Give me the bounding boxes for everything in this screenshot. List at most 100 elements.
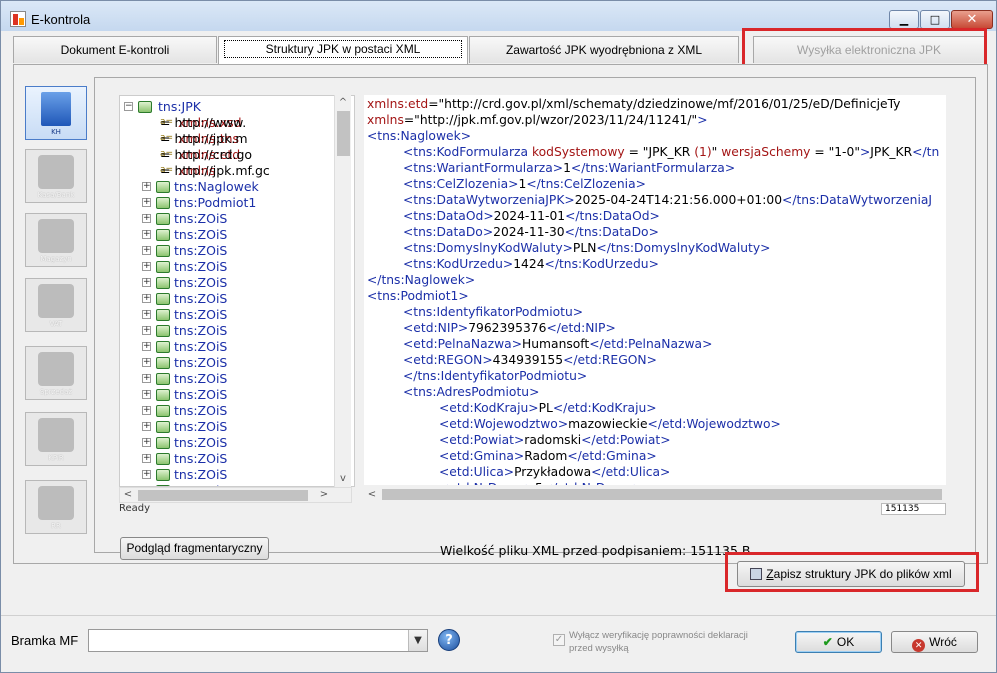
- xml-line: <tns:IdentyfikatorPodmiotu>: [403, 304, 583, 320]
- module-magazyn-button[interactable]: Magazyn: [25, 213, 87, 267]
- expand-icon[interactable]: +: [142, 358, 151, 367]
- module-label: Kasa/Bank: [37, 191, 75, 199]
- expand-icon[interactable]: +: [142, 262, 151, 271]
- chevron-down-icon[interactable]: ▼: [408, 630, 427, 651]
- expand-icon[interactable]: +: [142, 374, 151, 383]
- bramka-mf-label: Bramka MF: [11, 633, 79, 648]
- expand-icon[interactable]: +: [142, 198, 151, 207]
- xml-token: 7962395376: [468, 321, 547, 335]
- expand-icon[interactable]: +: [142, 278, 151, 287]
- xml-node-icon: [156, 293, 170, 305]
- highlight-save-button: [725, 552, 979, 592]
- expand-icon[interactable]: +: [142, 214, 151, 223]
- module-kasa-bank-button[interactable]: Kasa/Bank: [25, 149, 87, 203]
- status-bar: Ready: [119, 503, 946, 515]
- xml-token: radomski: [524, 433, 582, 447]
- xml-token: mazowieckie: [568, 417, 648, 431]
- expand-icon[interactable]: +: [142, 454, 151, 463]
- bramka-mf-select[interactable]: ▼: [88, 629, 428, 652]
- scroll-down-icon[interactable]: v: [335, 471, 351, 487]
- tree-attr-row[interactable]: a= xmlns:xsd = http://www.: [160, 115, 246, 131]
- xml-line: <etd:NrDomu>5</etd:NrDomu>: [439, 480, 643, 485]
- title-bar: E-kontrola ▁ □ ✕: [1, 1, 996, 31]
- module-kpir-button[interactable]: KPiR: [25, 412, 87, 466]
- xml-token: 434939155: [492, 353, 564, 367]
- kpir-icon: [38, 418, 74, 452]
- xml-token: PL: [538, 401, 553, 415]
- xml-token: </etd:NrDomu>: [543, 481, 643, 485]
- minimize-button[interactable]: ▁: [889, 10, 919, 29]
- expand-icon[interactable]: +: [142, 326, 151, 335]
- xml-line: </tns:IdentyfikatorPodmiotu>: [403, 368, 587, 384]
- expand-icon[interactable]: +: [142, 230, 151, 239]
- disable-verification-checkbox[interactable]: ✓: [553, 634, 565, 646]
- xml-line: <tns:DataOd>2024-11-01</tns:DataOd>: [403, 208, 660, 224]
- expand-icon[interactable]: +: [142, 390, 151, 399]
- tree-vertical-scrollbar[interactable]: ^ v: [334, 95, 351, 487]
- expand-icon[interactable]: +: [142, 342, 151, 351]
- module-label: VAT: [49, 320, 63, 328]
- expand-icon[interactable]: +: [142, 182, 151, 191]
- expand-icon[interactable]: +: [142, 310, 151, 319]
- tree-node-label: tns:ZOiS: [174, 435, 228, 450]
- app-logo-icon: [10, 11, 26, 27]
- expand-icon[interactable]: +: [142, 294, 151, 303]
- scroll-thumb[interactable]: [337, 111, 350, 156]
- tab-struktury-jpk-xml[interactable]: Struktury JPK w postaci XML: [218, 36, 468, 64]
- xml-token: = "JPK_KR: [624, 145, 695, 159]
- module-rr-button[interactable]: RR: [25, 480, 87, 534]
- scroll-up-icon[interactable]: ^: [335, 95, 351, 111]
- tab-dokument-e-kontroli[interactable]: Dokument E-kontroli: [13, 36, 217, 63]
- module-sprzedaz-button[interactable]: Sprzedaż: [25, 346, 87, 400]
- xml-token: <etd:PelnaNazwa>: [403, 337, 523, 351]
- xml-line: <etd:Wojewodztwo>mazowieckie</etd:Wojewo…: [439, 416, 781, 432]
- scroll-left-icon[interactable]: <: [120, 487, 136, 503]
- back-button[interactable]: ✕ Wróć: [891, 631, 978, 653]
- xml-line: <etd:REGON>434939155</etd:REGON>: [403, 352, 657, 368]
- close-icon: ✕: [912, 639, 926, 652]
- tree-node-label: tns:ZOiS: [174, 307, 228, 322]
- ok-button[interactable]: ✔ OK: [795, 631, 882, 653]
- xml-node-icon: [156, 229, 170, 241]
- tree-node-label: tns:ZOiS: [174, 275, 228, 290]
- tree-attr-row[interactable]: a= xmlns = http://jpk.mf.gc: [160, 163, 270, 179]
- scroll-thumb[interactable]: [138, 490, 308, 501]
- xml-line: <tns:Naglowek>: [367, 128, 471, 144]
- tree-attr-row[interactable]: a= xmlns:tns = http://jpk.m: [160, 131, 248, 147]
- xml-token: xmlns:etd: [367, 97, 429, 111]
- maximize-button[interactable]: □: [920, 10, 950, 29]
- disable-verification-label: Wyłącz weryfikację poprawności deklaracj…: [569, 630, 748, 654]
- xml-token: </etd:Ulica>: [591, 465, 671, 479]
- scroll-left-icon[interactable]: <: [364, 487, 380, 503]
- xml-line: <etd:KodKraju>PL</etd:KodKraju>: [439, 400, 657, 416]
- scroll-right-icon[interactable]: >: [316, 487, 332, 503]
- xml-line: <etd:NIP>7962395376</etd:NIP>: [403, 320, 616, 336]
- module-vat-button[interactable]: VAT: [25, 278, 87, 332]
- xml-token: Humansoft: [522, 337, 590, 351]
- xml-horizontal-scrollbar[interactable]: <: [364, 487, 946, 503]
- module-kh-button[interactable]: KH: [25, 86, 87, 140]
- scroll-thumb[interactable]: [382, 489, 942, 500]
- xml-file-size: Wielkość pliku XML przed podpisaniem: 15…: [440, 543, 751, 558]
- expand-icon[interactable]: +: [142, 406, 151, 415]
- xml-token: </tns:CelZlozenia>: [526, 177, 646, 191]
- collapse-icon[interactable]: −: [124, 102, 133, 111]
- xml-line: xmlns:etd="http://crd.gov.pl/xml/schemat…: [367, 96, 900, 112]
- tab-zawartosc-jpk[interactable]: Zawartość JPK wyodrębniona z XML: [469, 36, 739, 63]
- xml-line: <tns:KodFormularza kodSystemowy = "JPK_K…: [403, 144, 939, 160]
- xml-tree-view[interactable]: − tns:JPK a= xmlns:xsd = http://www. a= xml…: [119, 95, 355, 487]
- close-button[interactable]: ✕: [951, 10, 993, 29]
- tree-horizontal-scrollbar[interactable]: < >: [119, 487, 352, 503]
- tree-attr-row[interactable]: a= xmlns:etd = http://crd.go: [160, 147, 252, 163]
- xml-node-icon: [156, 213, 170, 225]
- help-icon[interactable]: ?: [438, 629, 460, 651]
- expand-icon[interactable]: +: [142, 246, 151, 255]
- xml-line: <etd:Gmina>Radom</etd:Gmina>: [439, 448, 657, 464]
- expand-icon[interactable]: +: [142, 470, 151, 479]
- xml-text-view[interactable]: xmlns:etd="http://crd.gov.pl/xml/schemat…: [364, 95, 946, 485]
- fragment-preview-button[interactable]: Podgląd fragmentaryczny: [120, 537, 269, 560]
- tree-node-label: tns:ZOiS: [174, 419, 228, 434]
- tree-node-label: tns:ZOiS: [174, 243, 228, 258]
- expand-icon[interactable]: +: [142, 438, 151, 447]
- expand-icon[interactable]: +: [142, 422, 151, 431]
